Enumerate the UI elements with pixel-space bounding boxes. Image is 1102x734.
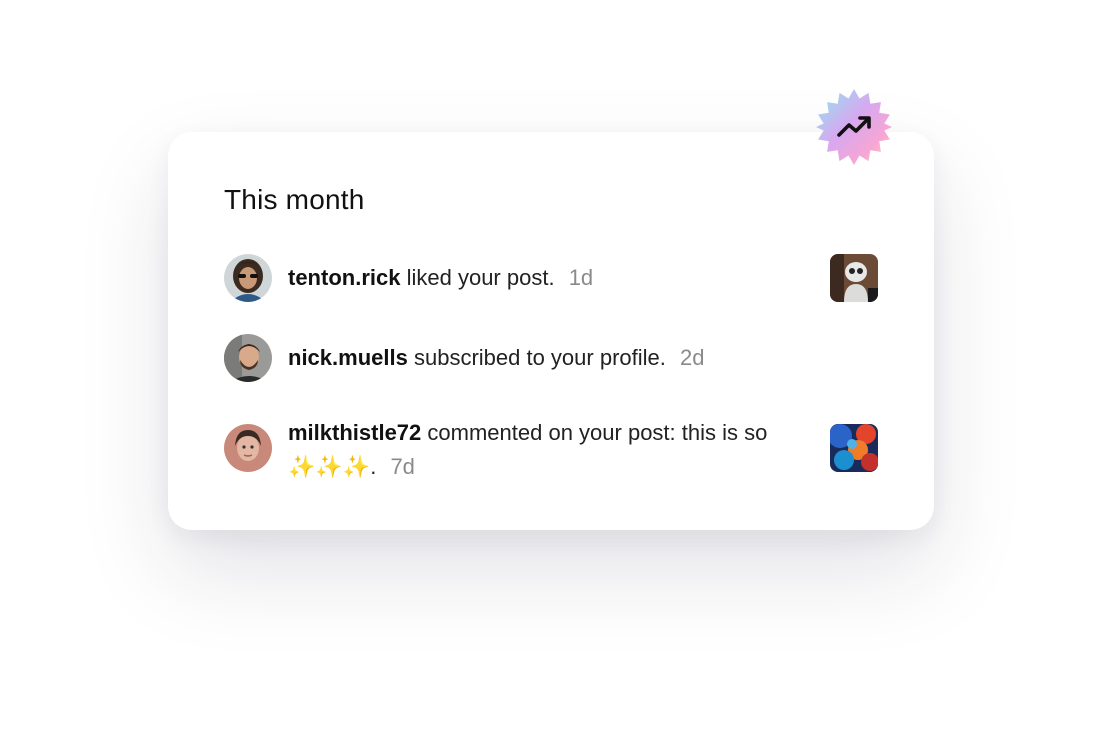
notification-text: milkthistle72 commented on your post: th… <box>288 416 808 484</box>
avatar[interactable] <box>224 334 272 382</box>
notification-text: tenton.rick liked your post. 1d <box>288 261 593 295</box>
avatar[interactable] <box>224 424 272 472</box>
timestamp: 2d <box>680 345 705 370</box>
avatar[interactable] <box>224 254 272 302</box>
notification-card: This month tenton.rick liked your post. … <box>168 132 934 530</box>
post-thumbnail[interactable] <box>830 424 878 472</box>
action-text: commented on your post: this is so <box>427 420 768 445</box>
section-title: This month <box>224 184 365 215</box>
action-text: subscribed to your profile. <box>413 345 666 370</box>
notification-text: nick.muells subscribed to your profile. … <box>288 341 704 375</box>
notification-item[interactable]: nick.muells subscribed to your profile. … <box>224 334 878 382</box>
username[interactable]: nick.muells <box>288 345 408 370</box>
sparkles-emoji: ✨✨✨ <box>288 454 371 479</box>
notification-item[interactable]: tenton.rick liked your post. 1d <box>224 254 878 302</box>
post-thumbnail[interactable] <box>830 254 878 302</box>
trending-badge[interactable] <box>815 88 893 166</box>
timestamp: 7d <box>390 454 415 479</box>
timestamp: 1d <box>568 265 594 290</box>
action-text: liked your post. <box>406 265 555 290</box>
notification-item[interactable]: milkthistle72 commented on your post: th… <box>224 420 878 492</box>
username[interactable]: milkthistle72 <box>288 420 421 445</box>
period-text: . <box>370 454 377 479</box>
username[interactable]: tenton.rick <box>288 265 400 290</box>
page: This month tenton.rick liked your post. … <box>0 0 1102 734</box>
